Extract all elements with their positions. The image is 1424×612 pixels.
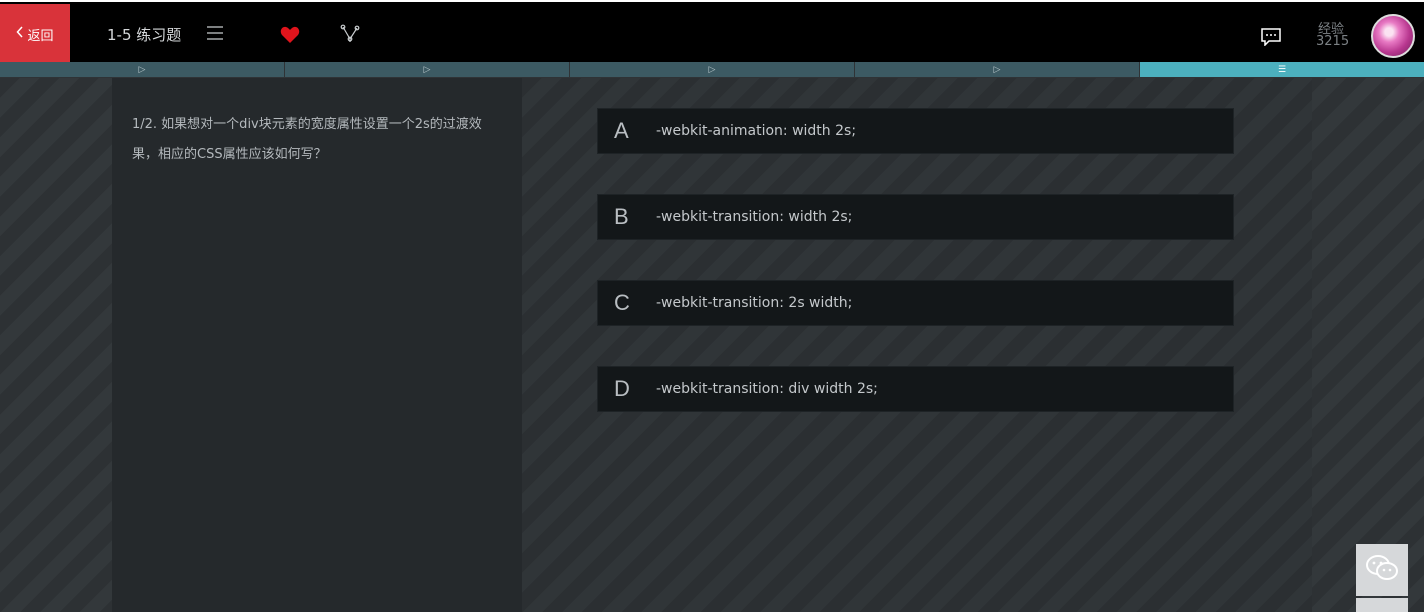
chat-icon[interactable] [1261, 28, 1281, 47]
option-text: -webkit-animation: width 2s; [656, 123, 857, 139]
heart-icon[interactable] [280, 26, 300, 44]
option-d[interactable]: D -webkit-transition: div width 2s; [597, 366, 1234, 412]
option-a[interactable]: A -webkit-animation: width 2s; [597, 108, 1234, 154]
progress-tab[interactable]: ▷ [570, 62, 854, 77]
progress-tab-active[interactable]: ☰ [1140, 62, 1424, 77]
menu-icon[interactable] [207, 25, 223, 41]
side-button[interactable] [1356, 598, 1408, 612]
question-panel: 1/2. 如果想对一个div块元素的宽度属性设置一个2s的过渡效果，相应的CSS… [112, 78, 522, 612]
top-bar: 返回 1-5 练习题 经验 3215 [0, 0, 1424, 64]
experience-value: 3215 [1316, 34, 1350, 49]
option-text: -webkit-transition: div width 2s; [656, 381, 878, 397]
progress-tab[interactable]: ▷ [285, 62, 569, 77]
back-label: 返回 [27, 28, 54, 44]
back-button[interactable]: 返回 [0, 4, 70, 64]
progress-tab[interactable]: ▷ [0, 62, 284, 77]
answer-panel [522, 78, 1312, 612]
question-text: 1/2. 如果想对一个div块元素的宽度属性设置一个2s的过渡效果，相应的CSS… [132, 117, 482, 162]
option-text: -webkit-transition: 2s width; [656, 295, 853, 311]
wechat-icon [1365, 553, 1399, 587]
share-icon[interactable] [340, 24, 360, 44]
option-letter: D [614, 376, 630, 401]
course-title: 1-5 练习题 [107, 26, 182, 44]
avatar[interactable] [1371, 14, 1415, 58]
progress-tabs: ▷ ▷ ▷ ▷ ☰ [0, 62, 1424, 78]
option-b[interactable]: B -webkit-transition: width 2s; [597, 194, 1234, 240]
progress-tab[interactable]: ▷ [855, 62, 1139, 77]
option-text: -webkit-transition: width 2s; [656, 209, 853, 225]
wechat-button[interactable] [1356, 544, 1408, 596]
option-letter: C [614, 290, 630, 315]
chevron-left-icon [16, 26, 24, 42]
option-letter: B [614, 204, 629, 229]
option-c[interactable]: C -webkit-transition: 2s width; [597, 280, 1234, 326]
option-letter: A [614, 118, 629, 143]
